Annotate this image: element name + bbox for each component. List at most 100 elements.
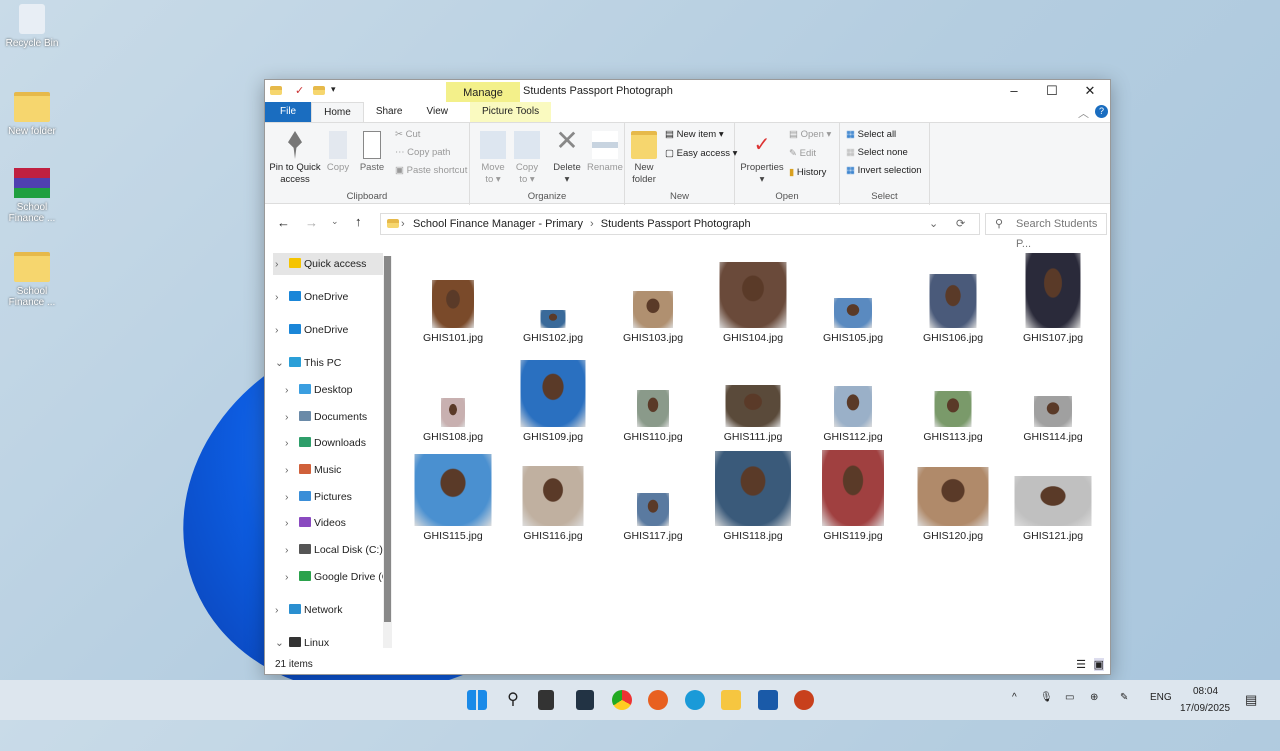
chevron-right-icon[interactable]: ›	[285, 459, 299, 481]
file-item[interactable]: GHIS117.jpg	[603, 443, 703, 542]
nav-item[interactable]: › Pictures	[273, 486, 383, 508]
show-hidden-icons-icon[interactable]: ^	[1012, 692, 1017, 703]
clock-date[interactable]: 17/09/2025	[1180, 703, 1230, 714]
customize-toolbar-icon[interactable]: ▾	[331, 84, 336, 95]
chevron-right-icon[interactable]: ›	[285, 406, 299, 428]
chevron-right-icon[interactable]: ›	[275, 599, 289, 621]
file-item[interactable]: GHIS121.jpg	[1003, 443, 1103, 542]
new-folder-button[interactable]: New folder	[629, 131, 659, 186]
file-item[interactable]: GHIS115.jpg	[403, 443, 503, 542]
rename-button[interactable]: Rename	[587, 131, 623, 174]
nav-scrollbar[interactable]	[383, 256, 392, 648]
copy-button[interactable]: Copy	[323, 131, 353, 174]
delete-button[interactable]: ✕ Delete ▾	[552, 127, 582, 186]
tab-share[interactable]: Share	[364, 102, 415, 122]
file-item[interactable]: GHIS114.jpg	[1003, 344, 1103, 443]
tab-home[interactable]: Home	[311, 102, 364, 122]
back-arrow-icon[interactable]: ←	[277, 215, 290, 230]
chrome-icon[interactable]	[612, 690, 632, 710]
nav-item[interactable]: › OneDrive	[273, 286, 383, 308]
language-indicator[interactable]: ENG	[1150, 692, 1172, 703]
forward-arrow-icon[interactable]: →	[305, 215, 318, 230]
nav-item[interactable]: › Google Drive (G	[273, 566, 390, 588]
refresh-icon[interactable]: ⟳	[956, 214, 965, 234]
nav-item[interactable]: › Music	[273, 459, 383, 481]
chevron-down-icon[interactable]: ⌄	[275, 352, 289, 374]
edge-icon[interactable]	[685, 690, 705, 710]
details-view-icon[interactable]: ☰	[1076, 658, 1086, 671]
file-item[interactable]: GHIS108.jpg	[403, 344, 503, 443]
file-item[interactable]: GHIS118.jpg	[703, 443, 803, 542]
open-button[interactable]: ▤ Open ▾	[789, 129, 831, 140]
nav-item[interactable]: › Documents	[273, 406, 383, 428]
search-icon[interactable]: ⚲	[503, 690, 523, 710]
breadcrumb-school-finance[interactable]: School Finance Manager - Primary	[413, 218, 583, 230]
file-item[interactable]: GHIS107.jpg	[1003, 245, 1103, 344]
tab-view[interactable]: View	[415, 102, 461, 122]
file-item[interactable]: GHIS109.jpg	[503, 344, 603, 443]
properties-button[interactable]: ✓ Properties ▾	[739, 131, 785, 186]
file-item[interactable]: GHIS113.jpg	[903, 344, 1003, 443]
powerpoint-icon[interactable]	[794, 690, 814, 710]
scrollbar-thumb[interactable]	[384, 256, 391, 622]
help-icon[interactable]: ?	[1095, 105, 1108, 118]
notifications-icon[interactable]: ▤	[1245, 692, 1257, 708]
address-bar[interactable]: › School Finance Manager - Primary › Stu…	[380, 213, 980, 235]
address-dropdown-icon[interactable]: ⌄	[929, 214, 938, 234]
file-item[interactable]: GHIS103.jpg	[603, 245, 703, 344]
pen-icon[interactable]: ✎	[1120, 692, 1128, 703]
large-icons-view-icon[interactable]: ▣	[1093, 658, 1104, 671]
desktop-recycle-bin[interactable]: Recycle Bin	[0, 4, 64, 49]
microphone-icon[interactable]: 🎙	[1040, 692, 1053, 703]
select-none-button[interactable]: ▦ Select none	[846, 147, 908, 158]
minimize-button[interactable]: –	[995, 80, 1033, 102]
chevron-down-icon[interactable]: ⌄	[275, 632, 289, 654]
nav-item[interactable]: › Local Disk (C:)	[273, 539, 383, 561]
desktop-school-finance-archive[interactable]: School Finance ...	[0, 168, 64, 224]
tab-file[interactable]: File	[265, 102, 312, 122]
file-item[interactable]: GHIS111.jpg	[703, 344, 803, 443]
search-input[interactable]: ⚲ Search Students P...	[985, 213, 1107, 250]
chevron-right-icon[interactable]: ›	[285, 486, 299, 508]
up-arrow-icon[interactable]: ↑	[355, 214, 362, 229]
tab-manage[interactable]: Manage	[446, 82, 520, 102]
nav-item[interactable]: › Network	[273, 599, 383, 621]
invert-selection-button[interactable]: ▦ Invert selection	[846, 165, 922, 176]
close-button[interactable]: ✕	[1071, 80, 1109, 102]
nav-item[interactable]: › Videos	[273, 512, 383, 534]
nav-item[interactable]: › OneDrive	[273, 319, 383, 341]
chevron-right-icon[interactable]: ›	[285, 566, 299, 588]
chevron-right-icon[interactable]: ›	[285, 379, 299, 401]
breadcrumb-students-passport[interactable]: Students Passport Photograph	[601, 218, 751, 230]
desktop-school-finance-folder[interactable]: School Finance ...	[0, 252, 64, 308]
clock-time[interactable]: 08:04	[1193, 686, 1218, 697]
chevron-right-icon[interactable]: ›	[285, 512, 299, 534]
paste-shortcut-button[interactable]: ▣ Paste shortcut	[395, 165, 467, 176]
copy-to-button[interactable]: Copy to ▾	[512, 131, 542, 186]
edit-button[interactable]: ✎ Edit	[789, 148, 816, 159]
nav-item[interactable]: › Downloads	[273, 432, 383, 454]
chevron-right-icon[interactable]: ›	[285, 432, 299, 454]
nav-item[interactable]: ⌄ This PC	[273, 352, 383, 374]
tab-picture-tools[interactable]: Picture Tools	[470, 102, 552, 122]
nav-item[interactable]: › Quick access	[273, 253, 383, 275]
chevron-right-icon[interactable]: ›	[275, 319, 289, 341]
file-item[interactable]: GHIS101.jpg	[403, 245, 503, 344]
file-item[interactable]: GHIS104.jpg	[703, 245, 803, 344]
file-item[interactable]: GHIS112.jpg	[803, 344, 903, 443]
network-globe-icon[interactable]: ⊕	[1090, 692, 1098, 703]
file-item[interactable]: GHIS119.jpg	[803, 443, 903, 542]
properties-quick-icon[interactable]: ✓	[295, 84, 304, 97]
file-explorer-taskbar-icon[interactable]	[721, 690, 741, 710]
easy-access-button[interactable]: ▢ Easy access ▾	[665, 148, 737, 159]
cut-button[interactable]: ✂ Cut	[395, 129, 420, 140]
new-item-button[interactable]: ▤ New item ▾	[665, 129, 724, 140]
file-item[interactable]: GHIS116.jpg	[503, 443, 603, 542]
chevron-right-icon[interactable]: ›	[275, 286, 289, 308]
task-view-icon[interactable]	[538, 690, 554, 710]
select-all-button[interactable]: ▦ Select all	[846, 129, 896, 140]
nav-item[interactable]: › Desktop	[273, 379, 383, 401]
copy-path-button[interactable]: ⋯ Copy path	[395, 147, 450, 158]
new-folder-quick-icon[interactable]	[313, 86, 325, 95]
widgets-icon[interactable]	[576, 690, 594, 710]
